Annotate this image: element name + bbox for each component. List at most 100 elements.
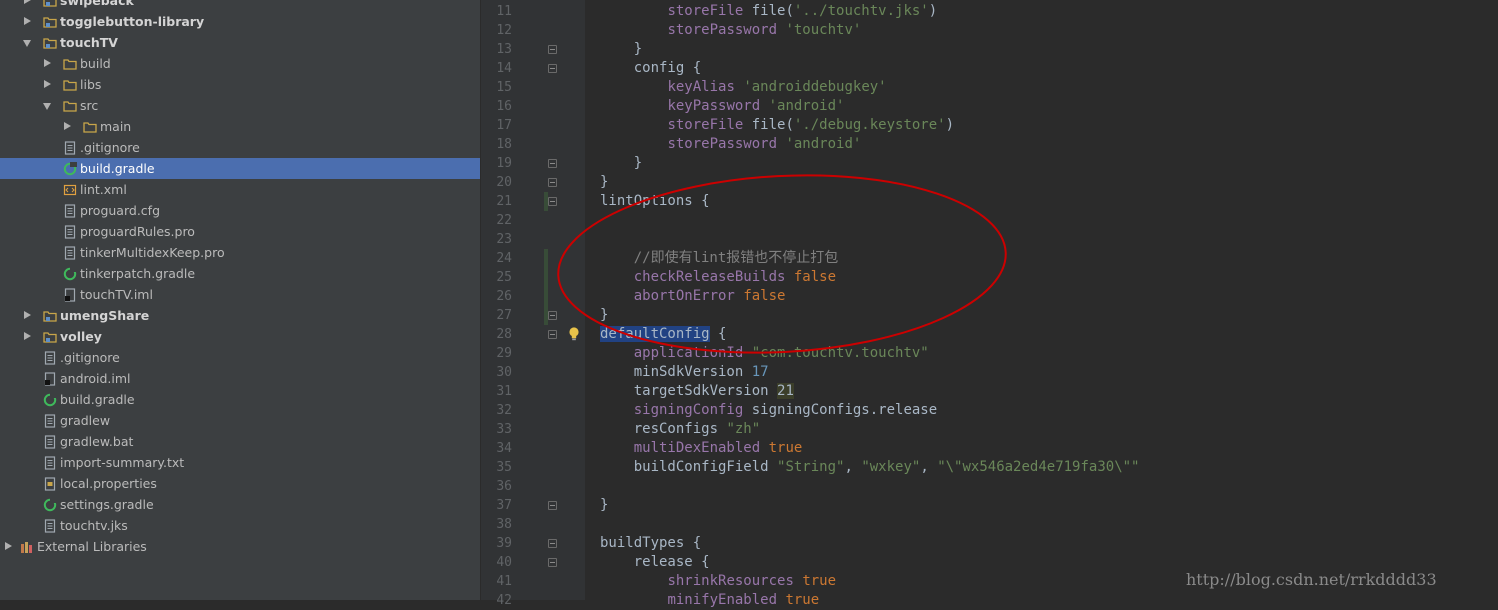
tree-item[interactable]: build <box>0 53 480 74</box>
tree-item[interactable]: tinkerMultidexKeep.pro <box>0 242 480 263</box>
tree-item[interactable]: volley <box>0 326 480 347</box>
project-tree-panel[interactable]: swipeback togglebutton-library touchTV buil… <box>0 0 480 600</box>
tree-item[interactable]: main <box>0 116 480 137</box>
fold-marker-icon[interactable] <box>548 330 557 339</box>
code-line[interactable]: keyAlias 'androiddebugkey' <box>600 78 886 97</box>
code-line[interactable]: storeFile file('../touchtv.jks') <box>600 2 937 21</box>
tree-item[interactable]: touchTV <box>0 32 480 53</box>
tree-item[interactable]: import-summary.txt <box>0 452 480 473</box>
code-line[interactable]: } <box>600 496 608 515</box>
fold-marker-icon[interactable] <box>548 311 557 320</box>
tree-item[interactable]: gradlew <box>0 410 480 431</box>
tree-item[interactable]: settings.gradle <box>0 494 480 515</box>
tree-item[interactable]: umengShare <box>0 305 480 326</box>
code-line[interactable]: storePassword 'android' <box>600 135 861 154</box>
tree-item[interactable]: togglebutton-library <box>0 11 480 32</box>
code-line[interactable]: } <box>600 173 608 192</box>
tree-item[interactable]: lint.xml <box>0 179 480 200</box>
collapsed-arrow-icon[interactable] <box>64 122 71 130</box>
expanded-arrow-icon[interactable] <box>43 103 51 110</box>
code-token: , <box>920 459 938 475</box>
line-number: 27 <box>496 308 512 323</box>
fold-marker-icon[interactable] <box>548 45 557 54</box>
code-line[interactable]: } <box>600 40 642 59</box>
code-line[interactable]: applicationId "com.touchtv.touchtv" <box>600 344 929 363</box>
tree-item[interactable]: touchtv.jks <box>0 515 480 536</box>
code-line[interactable]: //即使有lint报错也不停止打包 <box>600 249 839 268</box>
code-line[interactable]: minifyEnabled true <box>600 591 819 610</box>
expanded-arrow-icon[interactable] <box>23 40 31 47</box>
tree-item[interactable]: libs <box>0 74 480 95</box>
change-marker[interactable] <box>544 249 548 325</box>
tree-item-label: volley <box>60 329 102 344</box>
tree-item-label: build.gradle <box>80 161 155 176</box>
tree-item[interactable]: build.gradle <box>0 389 480 410</box>
code-line[interactable]: signingConfig signingConfigs.release <box>600 401 937 420</box>
fold-marker-icon[interactable] <box>548 178 557 187</box>
code-line[interactable]: buildTypes { <box>600 534 701 553</box>
collapsed-arrow-icon[interactable] <box>5 542 12 550</box>
code-line[interactable]: shrinkResources true <box>600 572 836 591</box>
fold-marker-icon[interactable] <box>548 197 557 206</box>
code-line[interactable]: abortOnError false <box>600 287 786 306</box>
tree-item-label: swipeback <box>60 0 134 8</box>
collapsed-arrow-icon[interactable] <box>24 0 31 4</box>
code-line[interactable]: } <box>600 154 642 173</box>
code-line[interactable]: } <box>600 306 608 325</box>
tree-item[interactable]: proguard.cfg <box>0 200 480 221</box>
fold-marker-icon[interactable] <box>548 539 557 548</box>
module-folder-icon <box>43 14 57 28</box>
tree-item-label: tinkerpatch.gradle <box>80 266 196 281</box>
code-token: "String" <box>777 459 845 475</box>
lightbulb-icon[interactable] <box>567 326 581 342</box>
code-line[interactable]: config { <box>600 59 701 78</box>
tree-item[interactable]: build.gradle <box>0 158 480 179</box>
tree-item-label: gradlew.bat <box>60 434 134 449</box>
code-token: 21 <box>777 383 794 399</box>
tree-item[interactable]: src <box>0 95 480 116</box>
change-marker[interactable] <box>544 192 548 211</box>
code-line[interactable]: release { <box>600 553 710 572</box>
tree-item[interactable]: proguardRules.pro <box>0 221 480 242</box>
text-file-icon <box>43 455 57 470</box>
collapsed-arrow-icon[interactable] <box>24 311 31 319</box>
tree-item[interactable]: gradlew.bat <box>0 431 480 452</box>
collapsed-arrow-icon[interactable] <box>24 17 31 25</box>
code-line[interactable]: keyPassword 'android' <box>600 97 844 116</box>
code-token: storeFile <box>667 3 744 19</box>
tree-item[interactable]: .gitignore <box>0 347 480 368</box>
fold-marker-icon[interactable] <box>548 558 557 567</box>
code-line[interactable]: defaultConfig { <box>600 325 726 344</box>
folder-icon <box>63 98 77 112</box>
tree-item[interactable]: android.iml <box>0 368 480 389</box>
collapsed-arrow-icon[interactable] <box>44 80 51 88</box>
tree-item[interactable]: External Libraries <box>0 536 480 557</box>
tree-item[interactable]: tinkerpatch.gradle <box>0 263 480 284</box>
library-icon <box>20 539 34 553</box>
collapsed-arrow-icon[interactable] <box>44 59 51 67</box>
code-line[interactable]: buildConfigField "String", "wxkey", "\"w… <box>600 458 1140 477</box>
tree-item-label: .gitignore <box>80 140 140 155</box>
code-token: config { <box>600 60 702 76</box>
fold-marker-icon[interactable] <box>548 501 557 510</box>
tree-item[interactable]: touchTV.iml <box>0 284 480 305</box>
tree-item[interactable]: local.properties <box>0 473 480 494</box>
code-token: true <box>785 592 820 608</box>
code-line[interactable]: minSdkVersion 17 <box>600 363 769 382</box>
fold-marker-icon[interactable] <box>548 64 557 73</box>
code-line[interactable]: lintOptions { <box>600 192 710 211</box>
code-line[interactable]: resConfigs "zh" <box>600 420 760 439</box>
code-line[interactable]: multiDexEnabled true <box>600 439 803 458</box>
code-line[interactable]: storeFile file('./debug.keystore') <box>600 116 954 135</box>
code-line[interactable]: checkReleaseBuilds false <box>600 268 836 287</box>
fold-marker-icon[interactable] <box>548 159 557 168</box>
collapsed-arrow-icon[interactable] <box>24 332 31 340</box>
tree-item[interactable]: swipeback <box>0 0 480 11</box>
code-line[interactable]: targetSdkVersion 21 <box>600 382 794 401</box>
tree-item[interactable]: .gitignore <box>0 137 480 158</box>
code-token: buildTypes { <box>600 535 702 551</box>
code-line[interactable]: storePassword 'touchtv' <box>600 21 861 40</box>
